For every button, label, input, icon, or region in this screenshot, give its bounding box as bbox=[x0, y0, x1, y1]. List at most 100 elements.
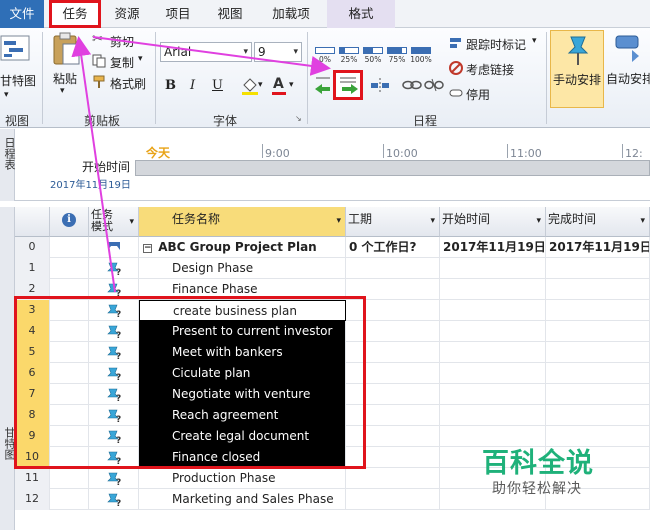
duration-header[interactable]: 工期 ▾ bbox=[346, 207, 440, 237]
duration-cell[interactable] bbox=[346, 321, 440, 342]
fill-color-button[interactable]: ▾ bbox=[240, 76, 266, 98]
table-row[interactable]: 5? Meet with bankers bbox=[15, 342, 650, 363]
timeline-bar[interactable] bbox=[135, 160, 650, 176]
font-dialog-launcher-icon[interactable]: ↘ bbox=[295, 114, 302, 123]
task-mode-cell[interactable]: ? bbox=[89, 426, 139, 447]
percent-0-button[interactable]: 0% bbox=[313, 44, 337, 66]
task-mode-cell[interactable]: ? bbox=[89, 447, 139, 468]
italic-button[interactable]: I bbox=[190, 78, 195, 93]
font-size-combo[interactable]: 9 ▾ bbox=[254, 42, 302, 62]
duration-cell[interactable] bbox=[346, 426, 440, 447]
gantt-side-tab[interactable]: 甘特图 bbox=[0, 207, 16, 530]
auto-schedule-button[interactable]: 自动安排 bbox=[606, 30, 650, 108]
percent-100-button[interactable]: 100% bbox=[409, 44, 433, 66]
indicators-header[interactable]: i bbox=[50, 207, 89, 237]
start-cell[interactable] bbox=[440, 342, 546, 363]
row-number[interactable]: 6 bbox=[15, 363, 50, 384]
task-name-cell[interactable]: Ciculate plan bbox=[139, 363, 346, 384]
task-mode-cell[interactable]: ? bbox=[89, 342, 139, 363]
percent-25-button[interactable]: 25% bbox=[337, 44, 361, 66]
tab-addins[interactable]: 加载项 bbox=[263, 0, 319, 28]
duration-cell[interactable] bbox=[346, 384, 440, 405]
outdent-button[interactable] bbox=[313, 74, 333, 96]
split-task-button[interactable] bbox=[370, 76, 390, 96]
collapse-icon[interactable]: − bbox=[143, 244, 152, 253]
tab-file[interactable]: 文件 bbox=[0, 0, 44, 28]
mark-on-track-button[interactable]: 跟踪时标记 ▾ bbox=[448, 35, 544, 53]
task-mode-cell[interactable]: ? bbox=[89, 405, 139, 426]
start-cell[interactable] bbox=[440, 258, 546, 279]
start-header[interactable]: 开始时间 ▾ bbox=[440, 207, 546, 237]
task-mode-cell[interactable]: ? bbox=[89, 384, 139, 405]
duration-cell[interactable] bbox=[346, 342, 440, 363]
table-row[interactable]: 7? Negotiate with venture bbox=[15, 384, 650, 405]
duration-cell[interactable] bbox=[346, 447, 440, 468]
table-row[interactable]: 1? Design Phase bbox=[15, 258, 650, 279]
finish-cell[interactable] bbox=[546, 321, 650, 342]
duration-cell[interactable] bbox=[346, 279, 440, 300]
task-mode-cell[interactable]: ? bbox=[89, 258, 139, 279]
row-number[interactable]: 0 bbox=[15, 237, 50, 258]
table-row[interactable]: 6? Ciculate plan bbox=[15, 363, 650, 384]
duration-cell[interactable] bbox=[346, 258, 440, 279]
gantt-chart-button[interactable]: 甘特图 bbox=[0, 32, 36, 92]
row-number[interactable]: 1 bbox=[15, 258, 50, 279]
task-name-cell[interactable]: − ABC Group Project Plan bbox=[139, 237, 346, 258]
paste-button[interactable]: 粘贴 ▾ bbox=[48, 32, 84, 102]
row-number[interactable]: 4 bbox=[15, 321, 50, 342]
copy-dropdown-icon[interactable]: ▾ bbox=[138, 54, 143, 64]
indent-button[interactable] bbox=[333, 70, 363, 100]
duration-cell[interactable] bbox=[346, 405, 440, 426]
row-number[interactable]: 7 bbox=[15, 384, 50, 405]
row-number[interactable]: 8 bbox=[15, 405, 50, 426]
finish-cell[interactable] bbox=[546, 405, 650, 426]
task-name-cell[interactable]: Reach agreement bbox=[139, 405, 346, 426]
start-cell[interactable] bbox=[440, 279, 546, 300]
start-cell[interactable]: 2017年11月19日 bbox=[440, 237, 546, 258]
font-name-combo[interactable]: Arial ▾ bbox=[160, 42, 252, 62]
row-number[interactable]: 10 bbox=[15, 447, 50, 468]
table-row[interactable]: 8? Reach agreement bbox=[15, 405, 650, 426]
finish-cell[interactable] bbox=[546, 279, 650, 300]
task-name-cell[interactable]: Negotiate with venture bbox=[139, 384, 346, 405]
task-name-cell[interactable]: Marketing and Sales Phase bbox=[139, 489, 346, 510]
row-number[interactable]: 11 bbox=[15, 468, 50, 489]
link-tasks-button[interactable] bbox=[402, 76, 422, 96]
manual-schedule-button[interactable]: 手动安排 bbox=[550, 30, 604, 108]
percent-50-button[interactable]: 50% bbox=[361, 44, 385, 66]
view-dropdown-icon[interactable]: ▾ bbox=[4, 90, 9, 100]
finish-header[interactable]: 完成时间 ▾ bbox=[546, 207, 650, 237]
task-name-cell[interactable]: create business plan bbox=[139, 300, 346, 321]
font-color-button[interactable]: A ▾ bbox=[270, 76, 300, 98]
duration-cell[interactable] bbox=[346, 363, 440, 384]
paste-dropdown-icon[interactable]: ▾ bbox=[60, 86, 65, 96]
row-number[interactable]: 5 bbox=[15, 342, 50, 363]
unlink-tasks-button[interactable] bbox=[424, 76, 444, 96]
respect-links-button[interactable]: 考虑链接 bbox=[448, 60, 538, 78]
start-cell[interactable] bbox=[440, 321, 546, 342]
task-mode-cell[interactable] bbox=[89, 237, 139, 258]
duration-cell[interactable] bbox=[346, 489, 440, 510]
task-name-cell[interactable]: Finance Phase bbox=[139, 279, 346, 300]
task-name-cell[interactable]: Meet with bankers bbox=[139, 342, 346, 363]
copy-button[interactable]: 复制 ▾ bbox=[92, 53, 152, 71]
format-painter-button[interactable]: 格式刷 bbox=[92, 74, 152, 92]
row-number[interactable]: 3 bbox=[15, 300, 50, 321]
task-mode-cell[interactable]: ? bbox=[89, 321, 139, 342]
timeline-side-tab[interactable]: 日程表 bbox=[0, 129, 16, 201]
table-row[interactable]: 4? Present to current investor bbox=[15, 321, 650, 342]
finish-cell[interactable]: 2017年11月19日 bbox=[546, 237, 650, 258]
task-name-header[interactable]: 任务名称 ▾ bbox=[139, 207, 346, 237]
start-cell[interactable] bbox=[440, 363, 546, 384]
duration-cell[interactable] bbox=[346, 468, 440, 489]
task-mode-cell[interactable]: ? bbox=[89, 489, 139, 510]
row-number[interactable]: 9 bbox=[15, 426, 50, 447]
finish-cell[interactable] bbox=[546, 342, 650, 363]
table-row[interactable]: 0 − ABC Group Project Plan 0 个工作日? 2017年… bbox=[15, 237, 650, 258]
start-cell[interactable] bbox=[440, 384, 546, 405]
cut-button[interactable]: ✂ 剪切 bbox=[92, 32, 152, 50]
tab-resource[interactable]: 资源 bbox=[105, 0, 149, 28]
bold-button[interactable]: B bbox=[165, 78, 176, 93]
start-cell[interactable] bbox=[440, 405, 546, 426]
task-name-cell[interactable]: Create legal document bbox=[139, 426, 346, 447]
